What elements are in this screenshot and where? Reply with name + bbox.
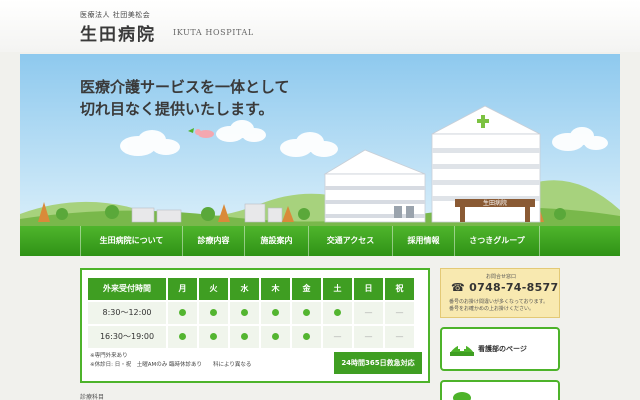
time-slot: 8:30〜12:00	[88, 302, 166, 324]
hours-cell	[168, 302, 197, 324]
open-dot-icon	[179, 333, 186, 340]
site-header: 医療法人 社団美松会 生田病院 IKUTA HOSPITAL	[0, 0, 640, 52]
contact-notes: 番号のお掛け間違いが多くなっております。 番号をお確かめの上お掛けください。	[449, 299, 548, 313]
contact-note-1: 番号のお掛け間違いが多くなっております。	[449, 299, 549, 305]
nav-item-about[interactable]: 生田病院について	[80, 226, 182, 256]
hours-table: 外来受付時間 月 火 水 木 金 土 日 祝 8:30〜12:00 — — 16:…	[88, 278, 422, 350]
contact-box: お問合せ窓口 ☎ 0748-74-8577 番号のお掛け間違いが多くなっておりま…	[440, 268, 560, 318]
hours-header-row: 外来受付時間 月 火 水 木 金 土 日 祝	[88, 278, 422, 302]
footer-heading: 診療科目	[80, 394, 105, 400]
open-dot-icon	[241, 309, 248, 316]
phone-number: 0748-74-8577	[469, 281, 559, 294]
day-header: 水	[230, 278, 259, 300]
contact-phone[interactable]: ☎ 0748-74-8577	[451, 281, 558, 294]
nav-item-facilities[interactable]: 施設案内	[244, 226, 308, 256]
hospital-logo[interactable]: 生田病院	[80, 20, 156, 45]
hours-cell	[230, 302, 259, 324]
hours-cell	[199, 302, 228, 324]
time-slot: 16:30〜19:00	[88, 326, 166, 348]
day-header: 日	[354, 278, 383, 300]
hours-row-morning: 8:30〜12:00 — —	[88, 302, 422, 326]
secondary-icon	[453, 392, 471, 400]
closed-dash-icon: —	[333, 332, 342, 341]
hours-cell	[292, 326, 321, 348]
nursing-link[interactable]: 看護部のページ	[440, 327, 560, 371]
contact-note-2: 番号をお確かめの上お掛けください。	[449, 306, 535, 312]
hours-cell	[230, 326, 259, 348]
open-dot-icon	[210, 309, 217, 316]
corporation-name: 医療法人 社団美松会	[80, 11, 151, 19]
hours-cell	[292, 302, 321, 324]
day-header: 金	[292, 278, 321, 300]
hours-header-label: 外来受付時間	[88, 278, 166, 300]
main-nav: 生田病院について 診療内容 施設案内 交通アクセス 採用情報 さつきグループ	[20, 226, 620, 256]
note-specialty: ※専門外来あり	[90, 353, 128, 359]
nursing-link-label: 看護部のページ	[478, 345, 527, 353]
hours-cell	[199, 326, 228, 348]
hero-line-1: 医療介護サービスを一体として	[80, 78, 290, 96]
hours-row-evening: 16:30〜19:00 — — —	[88, 326, 422, 350]
hero-line-2: 切れ目なく提供いたします。	[80, 100, 274, 118]
nav-item-services[interactable]: 診療内容	[182, 226, 244, 256]
phone-icon: ☎	[451, 281, 466, 294]
closed-dash-icon: —	[395, 332, 404, 341]
hours-cell: —	[354, 326, 383, 348]
outpatient-hours-panel: 外来受付時間 月 火 水 木 金 土 日 祝 8:30〜12:00 — — 16:…	[80, 268, 430, 383]
hero-tagline: 医療介護サービスを一体として 切れ目なく提供いたします。	[80, 76, 290, 120]
hours-cell: —	[385, 326, 414, 348]
open-dot-icon	[272, 309, 279, 316]
hours-cell	[261, 326, 290, 348]
open-dot-icon	[179, 309, 186, 316]
note-closed: ※休診日: 日・祝 土曜AMのみ 臨時休診あり 科により異なる	[90, 362, 252, 368]
hours-cell: —	[354, 302, 383, 324]
emergency-badge[interactable]: 24時間365日救急対応	[334, 352, 422, 374]
hospital-name-en: IKUTA HOSPITAL	[173, 28, 254, 37]
hero-banner: 生田病院 医療介護サービスを一体として 切れ目なく提供いたします。	[20, 54, 620, 226]
hospital-sign: 生田病院	[483, 199, 507, 207]
hours-cell: —	[385, 302, 414, 324]
closed-dash-icon: —	[395, 308, 404, 317]
open-dot-icon	[334, 309, 341, 316]
secondary-link[interactable]	[440, 380, 560, 400]
day-header: 月	[168, 278, 197, 300]
open-dot-icon	[303, 309, 310, 316]
open-dot-icon	[210, 333, 217, 340]
hours-cell	[168, 326, 197, 348]
day-header: 土	[323, 278, 352, 300]
hours-cell	[261, 302, 290, 324]
nav-item-access[interactable]: 交通アクセス	[308, 226, 392, 256]
closed-dash-icon: —	[364, 308, 373, 317]
day-header: 祝	[385, 278, 414, 300]
day-header: 木	[261, 278, 290, 300]
nav-item-recruit[interactable]: 採用情報	[392, 226, 454, 256]
nav-item-group[interactable]: さつきグループ	[454, 226, 540, 256]
closed-dash-icon: —	[364, 332, 373, 341]
hours-cell: —	[323, 326, 352, 348]
open-dot-icon	[272, 333, 279, 340]
contact-label: お問合せ窓口	[485, 274, 516, 280]
day-header: 火	[199, 278, 228, 300]
open-dot-icon	[241, 333, 248, 340]
open-dot-icon	[303, 333, 310, 340]
hours-cell	[323, 302, 352, 324]
nurse-cap-icon	[450, 343, 474, 356]
hours-notes: ※専門外来あり ※休診日: 日・祝 土曜AMのみ 臨時休診あり 科により異なる	[90, 352, 251, 370]
